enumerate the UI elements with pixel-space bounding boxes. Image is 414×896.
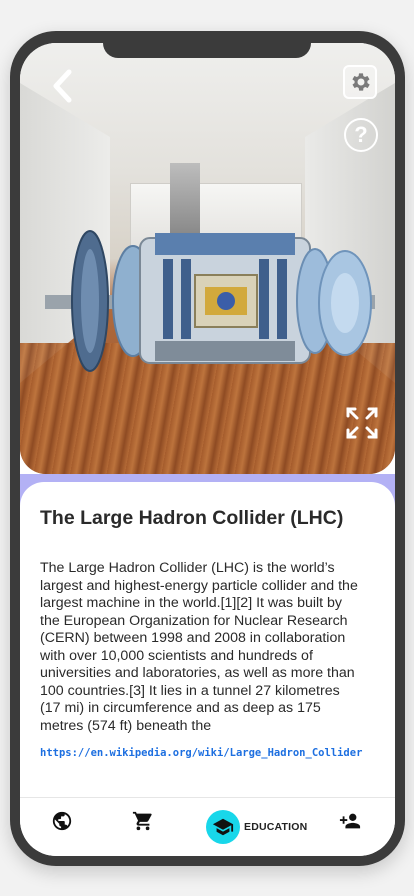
nav-item-shop[interactable] — [132, 810, 154, 832]
lhc-3d-model[interactable] — [45, 223, 375, 383]
graduation-cap-icon — [212, 818, 234, 836]
chevron-left-icon — [53, 69, 72, 103]
settings-button[interactable] — [343, 65, 377, 99]
nav-item-add-friend[interactable] — [338, 810, 362, 832]
add-person-icon — [339, 813, 361, 829]
shopping-cart-icon — [132, 811, 152, 831]
ar-viewport[interactable]: ? — [20, 43, 395, 474]
device-notch — [103, 43, 311, 58]
nav-item-label: EDUCATION — [244, 821, 308, 833]
question-mark-icon: ? — [354, 122, 368, 147]
gear-icon — [352, 73, 370, 91]
fullscreen-expand-icon — [346, 407, 378, 439]
app-screen: ? The Large Hadron Collider (LHC) The La… — [20, 43, 395, 856]
bottom-nav: EDUCATION — [20, 797, 395, 856]
nav-item-globe[interactable] — [51, 810, 73, 832]
source-link[interactable]: https://en.wikipedia.org/wiki/Large_Hadr… — [40, 747, 362, 759]
info-sheet: The Large Hadron Collider (LHC) The Larg… — [20, 482, 395, 812]
help-button[interactable]: ? — [344, 118, 378, 152]
info-sheet-backdrop: The Large Hadron Collider (LHC) The Larg… — [20, 474, 395, 812]
article-body: The Large Hadron Collider (LHC) is the w… — [40, 560, 358, 734]
nav-active-indicator — [206, 810, 240, 844]
article-title: The Large Hadron Collider (LHC) — [40, 507, 344, 529]
nav-item-education[interactable]: EDUCATION — [206, 810, 307, 844]
globe-icon — [52, 811, 72, 831]
fullscreen-button[interactable] — [342, 403, 382, 443]
back-button[interactable] — [46, 67, 78, 105]
